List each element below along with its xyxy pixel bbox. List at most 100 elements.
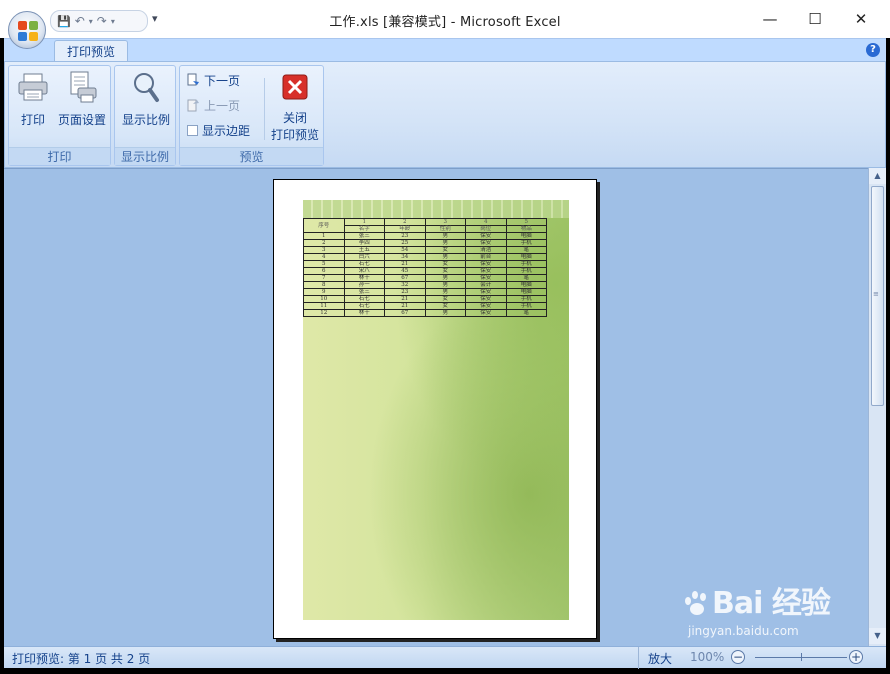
table-cell: 笔 <box>505 246 547 254</box>
sheet-header-row: 序号 1 2 3 4 5 <box>303 218 547 233</box>
table-cell: 手机 <box>505 260 547 268</box>
table-row: 9 张三 23 男保安 电脑 <box>303 288 547 296</box>
printer-icon <box>18 73 48 101</box>
table-cell: 9 <box>303 288 345 296</box>
sheet-col-number: 1 <box>343 218 385 226</box>
table-cell: 保安 <box>465 288 507 296</box>
table-cell: 女 <box>424 260 466 268</box>
sheet-header-cell: 物品 <box>505 225 547 233</box>
table-cell: 67 <box>384 274 426 282</box>
zoom-plus-icon[interactable]: + <box>849 650 863 664</box>
zoom-percent[interactable]: 100% <box>690 650 724 664</box>
page-setup-button[interactable]: 页面设置 <box>55 70 109 128</box>
scroll-up-icon[interactable]: ▲ <box>869 168 886 184</box>
ribbon: 打印 页面设置 打印 显示比例 显示比例 下一页 上一页 显示边距 关闭 打印预… <box>4 61 886 168</box>
sheet-table: 序号 1 2 3 4 5 名字 年龄 性别 岗位 物品 1 张三 23 男保安 电脑 2 李四 25 男保安 手机 3 王五… <box>303 218 547 317</box>
table-cell: 32 <box>384 281 426 289</box>
table-cell: 25 <box>384 239 426 247</box>
table-cell: 34 <box>384 253 426 261</box>
table-cell: 男 <box>424 232 466 240</box>
table-cell: 电脑 <box>505 281 547 289</box>
checkbox-icon[interactable] <box>187 124 198 136</box>
table-cell: 男 <box>424 288 466 296</box>
table-cell: 21 <box>384 302 426 310</box>
prev-page-button[interactable]: 上一页 <box>186 95 240 115</box>
table-cell: 女 <box>424 267 466 275</box>
group-label-zoom: 显示比例 <box>115 147 175 165</box>
table-cell: 23 <box>384 232 426 240</box>
greek-key-border <box>303 200 569 218</box>
table-cell: 1 <box>303 232 345 240</box>
next-page-button[interactable]: 下一页 <box>186 70 240 90</box>
sheet-col-number: 3 <box>424 218 466 226</box>
table-cell: 电脑 <box>505 232 547 240</box>
close-preview-button[interactable]: 关闭 打印预览 <box>269 70 321 143</box>
help-icon[interactable]: ? <box>866 43 880 57</box>
scroll-down-icon[interactable]: ▼ <box>869 628 886 644</box>
table-cell: 电脑 <box>505 253 547 261</box>
table-cell: 4 <box>303 253 345 261</box>
group-label-preview: 预览 <box>180 147 323 165</box>
table-cell: 宋八 <box>343 267 385 275</box>
table-cell: 林十 <box>343 309 385 317</box>
table-cell: 男 <box>424 253 466 261</box>
close-button[interactable]: ✕ <box>841 6 881 32</box>
sheet-header-cell: 序号 <box>303 218 345 233</box>
office-button[interactable] <box>8 11 46 49</box>
table-row: 12 林十 67 男保安笔 <box>303 309 547 317</box>
zoom-button[interactable]: 显示比例 <box>119 70 173 128</box>
preview-page[interactable]: 序号 1 2 3 4 5 名字 年龄 性别 岗位 物品 1 张三 23 男保安 电脑 2 李四 25 男保安 手机 3 王五… <box>273 179 597 639</box>
print-button[interactable]: 打印 <box>15 70 51 128</box>
minimize-button[interactable]: — <box>750 6 790 32</box>
zoom-in-label[interactable]: 放大 <box>648 650 672 667</box>
table-row: 1 张三 23 男保安 电脑 <box>303 232 547 240</box>
table-cell: 23 <box>384 288 426 296</box>
group-separator <box>264 78 265 140</box>
table-cell: 前台 <box>465 253 507 261</box>
prev-page-label: 上一页 <box>204 98 241 113</box>
status-divider <box>638 647 639 669</box>
table-cell: 保安 <box>465 260 507 268</box>
table-row: 2 李四 25 男保安 手机 <box>303 239 547 247</box>
table-cell: 保安 <box>465 302 507 310</box>
show-margins-label: 显示边距 <box>202 123 251 138</box>
maximize-button[interactable]: ☐ <box>795 6 835 32</box>
table-cell: 男 <box>424 239 466 247</box>
table-cell: 7 <box>303 274 345 282</box>
group-print: 打印 页面设置 打印 <box>8 65 111 166</box>
table-cell: 清洁 <box>465 246 507 254</box>
table-cell: 会计 <box>465 281 507 289</box>
table-cell: 手机 <box>505 302 547 310</box>
zoom-minus-icon[interactable]: − <box>731 650 745 664</box>
table-row: 11 石七 21 女保安 手机 <box>303 302 547 310</box>
table-cell: 21 <box>384 260 426 268</box>
zoom-slider-thumb[interactable] <box>801 653 802 661</box>
sheet-col-number: 2 <box>384 218 426 226</box>
table-cell: 3 <box>303 246 345 254</box>
table-cell: 张三 <box>343 232 385 240</box>
table-cell: 电脑 <box>505 288 547 296</box>
sheet-header-cell: 性别 <box>424 225 466 233</box>
table-cell: 2 <box>303 239 345 247</box>
table-cell: 保安 <box>465 274 507 282</box>
table-cell: 张三 <box>343 288 385 296</box>
group-label-print: 打印 <box>9 147 110 165</box>
sheet-col-number: 5 <box>505 218 547 226</box>
table-cell: 石七 <box>343 260 385 268</box>
table-cell: 保安 <box>465 267 507 275</box>
table-row: 4 白六 34 男前台 电脑 <box>303 253 547 261</box>
sheet-header-cell: 岗位 <box>465 225 507 233</box>
table-cell: 保安 <box>465 239 507 247</box>
table-cell: 男 <box>424 309 466 317</box>
table-cell: 手机 <box>505 239 547 247</box>
zoom-label: 显示比例 <box>121 113 170 127</box>
vertical-scrollbar[interactable]: ▲ ≡ ▼ <box>868 168 886 646</box>
table-row: 6 宋八 45 女保安 手机 <box>303 267 547 275</box>
table-cell: 保安 <box>465 295 507 303</box>
table-cell: 手机 <box>505 295 547 303</box>
show-margins-checkbox[interactable]: 显示边距 <box>187 120 250 140</box>
page-setup-icon <box>70 71 97 103</box>
group-zoom: 显示比例 显示比例 <box>114 65 176 166</box>
prev-page-icon <box>187 99 199 112</box>
sheet-header-cell: 名字 <box>343 225 385 233</box>
